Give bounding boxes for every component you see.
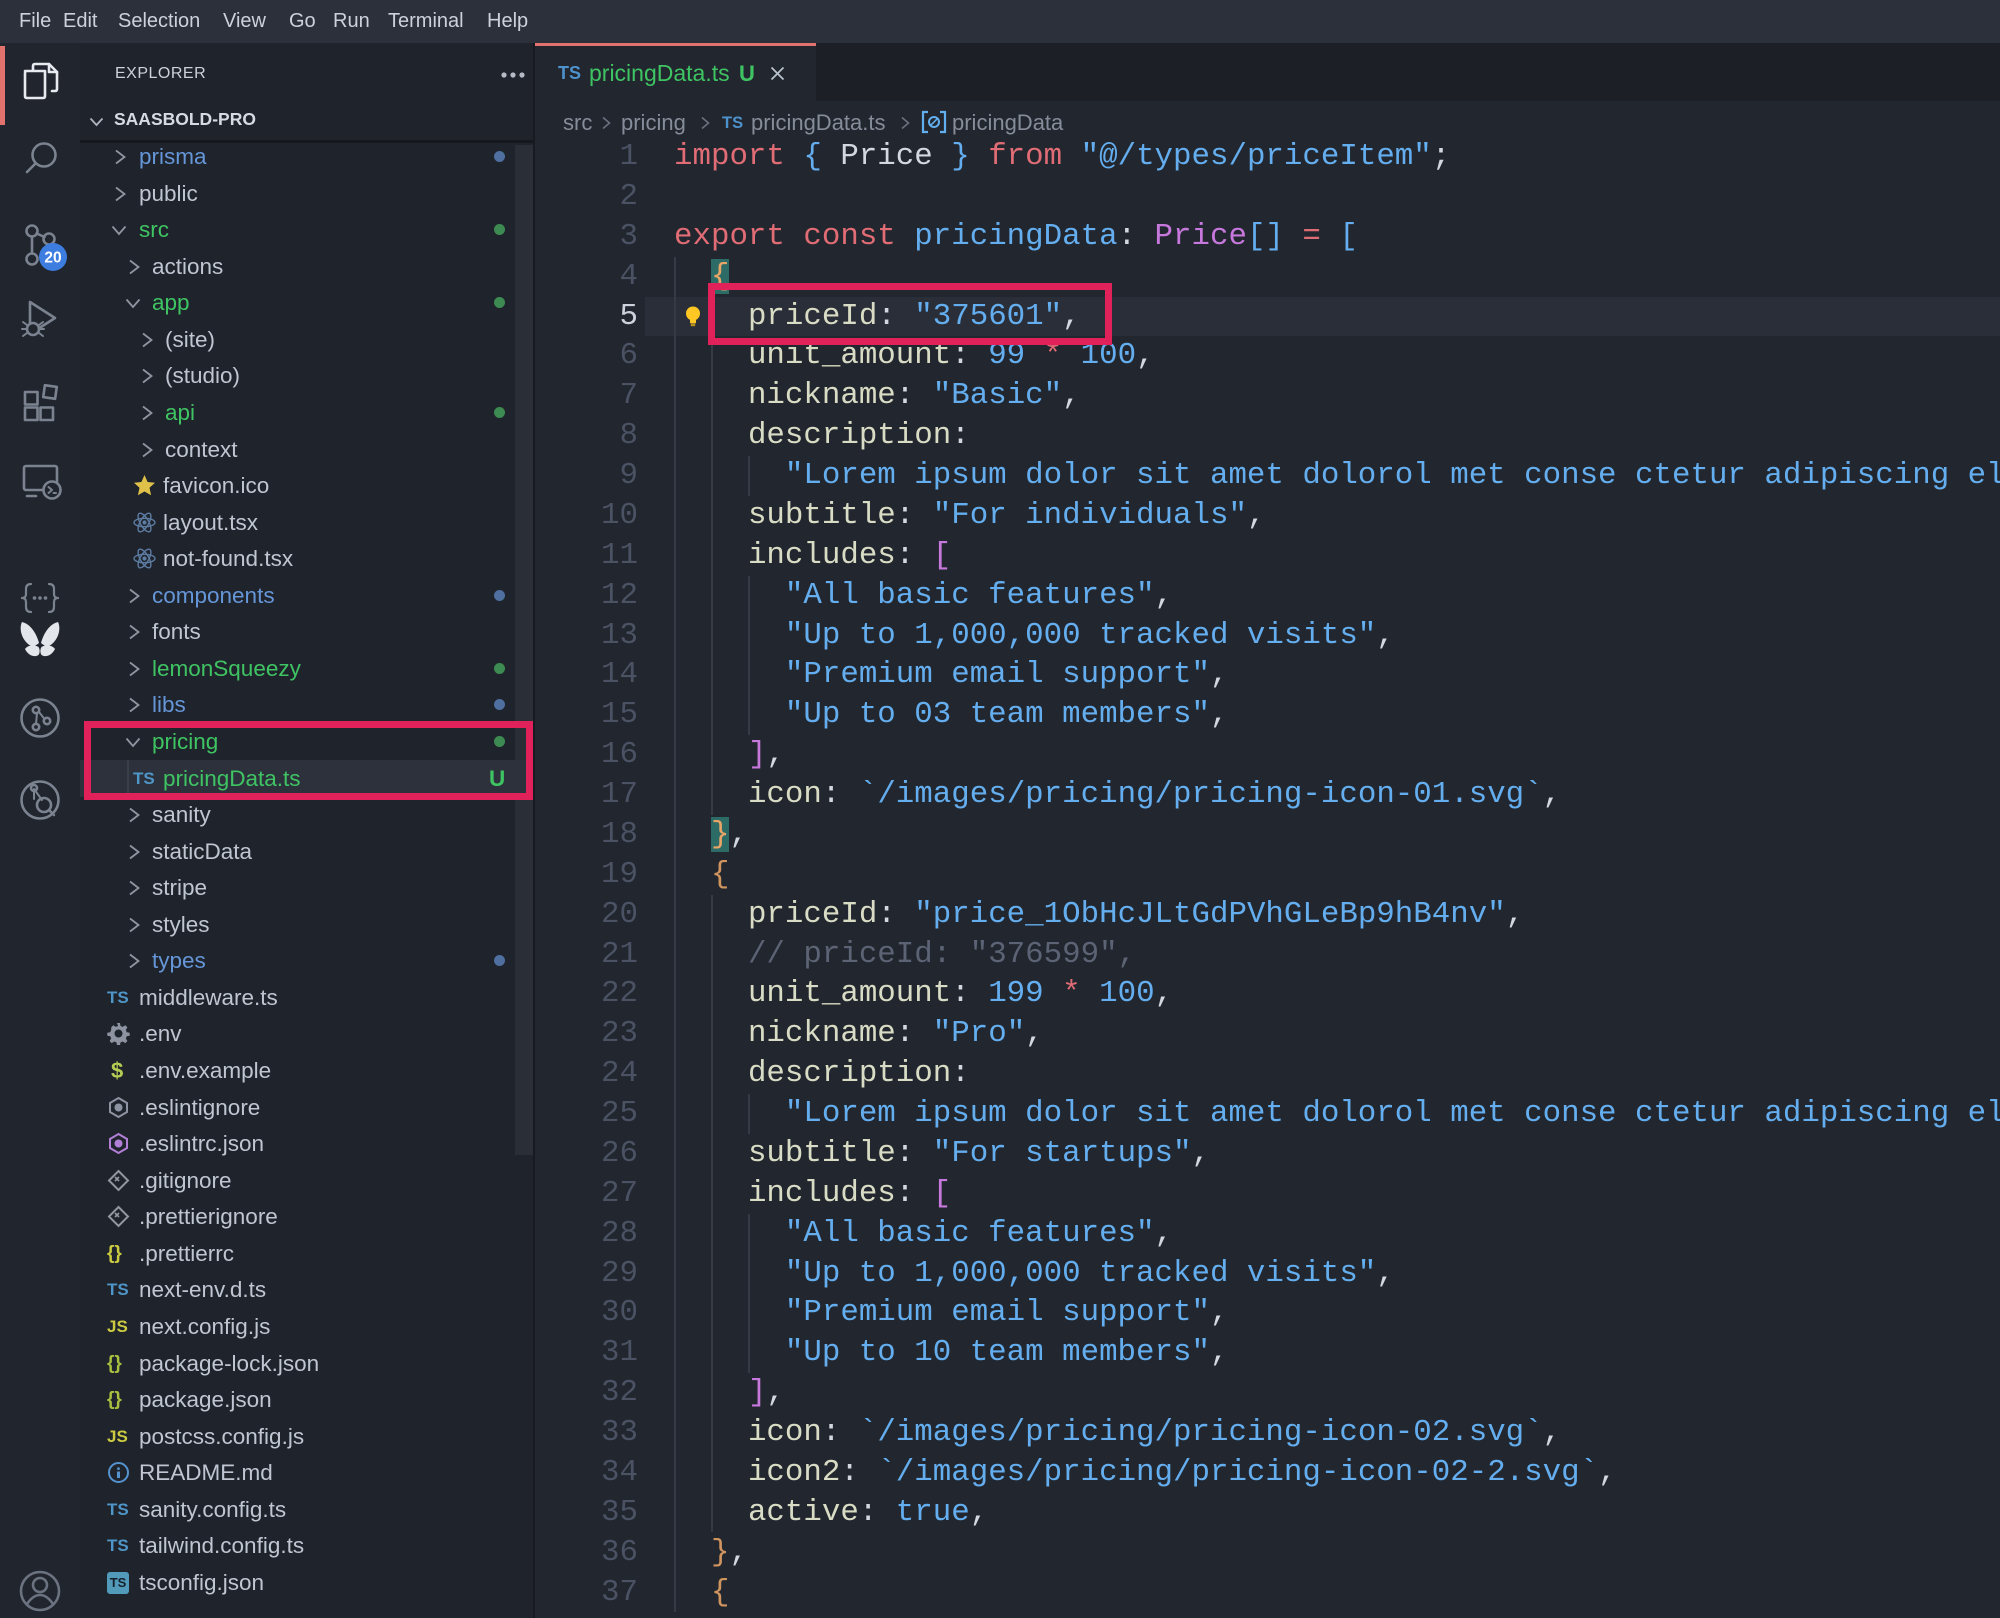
svg-text:20: 20 [44, 250, 61, 267]
